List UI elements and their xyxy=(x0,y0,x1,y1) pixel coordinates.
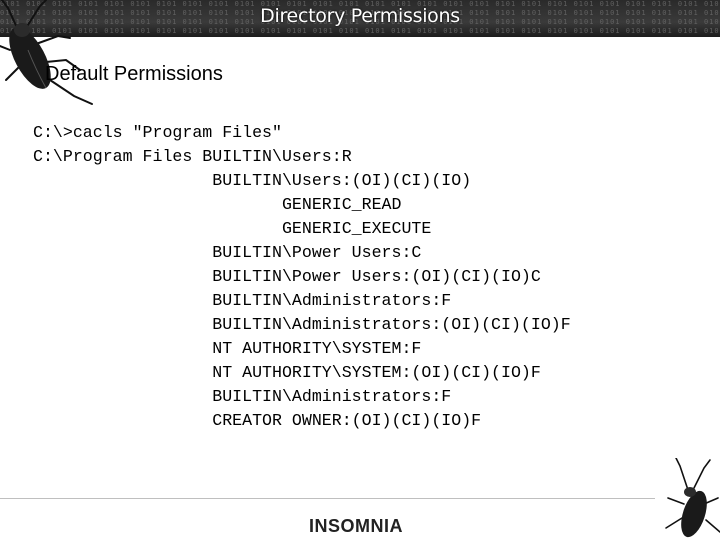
header-band: 0101 0101 0101 0101 0101 0101 0101 0101 … xyxy=(0,0,720,37)
command-output: C:\>cacls "Program Files" C:\Program File… xyxy=(33,121,571,433)
cockroach-icon xyxy=(0,0,93,105)
output-line: BUILTIN\Administrators:F xyxy=(33,291,452,310)
output-line: GENERIC_READ xyxy=(33,195,402,214)
slide-subtitle: Default Permissions xyxy=(45,63,223,85)
output-line: BUILTIN\Power Users:C xyxy=(33,243,422,262)
cockroach-icon xyxy=(665,458,720,538)
output-line: C:\Program Files BUILTIN\Users:R xyxy=(33,147,352,166)
output-line: C:\>cacls "Program Files" xyxy=(33,123,282,142)
output-line: BUILTIN\Administrators:(OI)(CI)(IO)F xyxy=(33,315,571,334)
footer-divider xyxy=(0,498,655,499)
output-line: NT AUTHORITY\SYSTEM:F xyxy=(33,339,422,358)
output-line: GENERIC_EXECUTE xyxy=(33,219,432,238)
output-line: BUILTIN\Power Users:(OI)(CI)(IO)C xyxy=(33,267,541,286)
page-title: Directory Permissions xyxy=(260,5,460,27)
output-line: CREATOR OWNER:(OI)(CI)(IO)F xyxy=(33,411,482,430)
output-line: BUILTIN\Administrators:F xyxy=(33,387,452,406)
output-line: NT AUTHORITY\SYSTEM:(OI)(CI)(IO)F xyxy=(33,363,541,382)
output-line: BUILTIN\Users:(OI)(CI)(IO) xyxy=(33,171,472,190)
footer-logo: INSOMNIA xyxy=(309,516,403,536)
